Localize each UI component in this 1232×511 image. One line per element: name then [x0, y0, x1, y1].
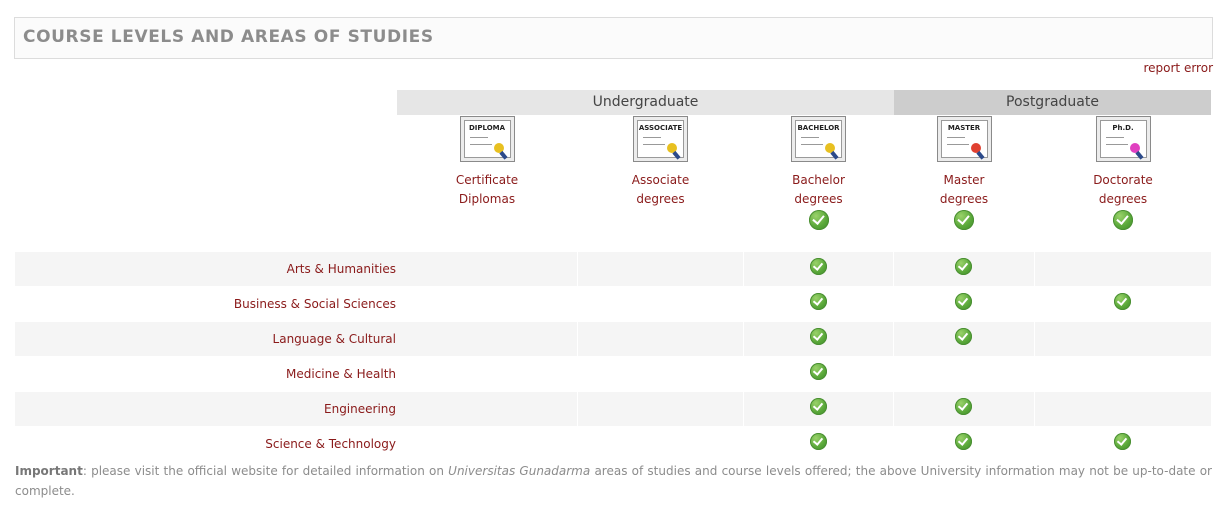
table-cell	[744, 357, 893, 391]
table-cell	[744, 252, 893, 286]
report-error-link[interactable]: report error	[1143, 61, 1213, 75]
group-postgraduate: Postgraduate	[894, 90, 1211, 115]
certificate-icon: ASSOCIATE	[633, 116, 688, 162]
level-master-degrees: MASTER Master degrees	[894, 115, 1034, 233]
table-cell	[397, 392, 577, 426]
certificate-icon: Ph.D.	[1095, 116, 1151, 162]
certificate-icon: BACHELOR	[791, 116, 846, 162]
check-icon	[810, 328, 827, 345]
table-cell	[894, 427, 1034, 461]
level-link-doctorate[interactable]: Doctorate degrees	[1035, 171, 1211, 209]
table-cell	[894, 357, 1034, 391]
level-link-master[interactable]: Master degrees	[894, 171, 1034, 209]
group-undergraduate: Undergraduate	[397, 90, 894, 115]
table-cell	[578, 252, 743, 286]
check-icon	[808, 210, 829, 230]
level-bachelor-degrees: BACHELOR Bachelor degrees	[744, 115, 893, 233]
table-cell	[894, 392, 1034, 426]
level-link-associate[interactable]: Associate degrees	[578, 171, 743, 209]
area-link[interactable]: Engineering	[15, 392, 397, 426]
level-link-certificate[interactable]: Certificate Diplomas	[397, 171, 577, 209]
check-icon	[1114, 293, 1131, 310]
area-link[interactable]: Arts & Humanities	[15, 252, 397, 286]
section-title: COURSE LEVELS AND AREAS OF STUDIES	[23, 27, 434, 47]
table-cell	[578, 357, 743, 391]
area-link[interactable]: Science & Technology	[15, 427, 397, 461]
check-icon	[1114, 433, 1131, 450]
table-row: Science & Technology	[15, 427, 1211, 461]
check-icon	[955, 258, 972, 275]
table-row: Arts & Humanities	[15, 252, 1211, 286]
table-cell	[1035, 252, 1211, 286]
table-cell	[578, 392, 743, 426]
check-icon	[810, 363, 827, 380]
check-icon	[955, 328, 972, 345]
table-cell	[397, 252, 577, 286]
level-doctorate-degrees: Ph.D. Doctorate degrees	[1035, 115, 1211, 233]
check-icon	[810, 433, 827, 450]
table-cell	[744, 287, 893, 321]
certificate-icon: DIPLOMA	[459, 116, 515, 162]
table-cell	[397, 357, 577, 391]
table-row: Medicine & Health	[15, 357, 1211, 391]
table-cell	[578, 322, 743, 356]
check-icon	[1113, 210, 1133, 230]
level-certificate-diplomas: DIPLOMA Certificate Diplomas	[397, 115, 577, 209]
certificate-icon: MASTER	[936, 116, 992, 162]
check-icon	[810, 293, 827, 310]
check-icon	[955, 433, 972, 450]
table-cell	[397, 287, 577, 321]
table-cell	[1035, 322, 1211, 356]
table-row: Engineering	[15, 392, 1211, 426]
table-cell	[397, 427, 577, 461]
table-cell	[578, 287, 743, 321]
table-cell	[894, 252, 1034, 286]
table-cell	[1035, 427, 1211, 461]
important-note: Important: please visit the official web…	[15, 464, 1212, 498]
table-cell	[744, 322, 893, 356]
table-cell	[744, 392, 893, 426]
table-cell	[894, 322, 1034, 356]
table-cell	[1035, 392, 1211, 426]
area-link[interactable]: Business & Social Sciences	[15, 287, 397, 321]
area-link[interactable]: Medicine & Health	[15, 357, 397, 391]
table-cell	[578, 427, 743, 461]
table-row: Language & Cultural	[15, 322, 1211, 356]
level-associate-degrees: ASSOCIATE Associate degrees	[578, 115, 743, 209]
check-icon	[955, 398, 972, 415]
area-link[interactable]: Language & Cultural	[15, 322, 397, 356]
check-icon	[810, 398, 827, 415]
table-cell	[1035, 357, 1211, 391]
level-link-bachelor[interactable]: Bachelor degrees	[744, 171, 893, 209]
check-icon	[810, 258, 827, 275]
section-header: COURSE LEVELS AND AREAS OF STUDIES	[14, 17, 1213, 59]
check-icon	[954, 210, 974, 230]
table-cell	[397, 322, 577, 356]
table-cell	[744, 427, 893, 461]
table-row: Business & Social Sciences	[15, 287, 1211, 321]
table-cell	[894, 287, 1034, 321]
check-icon	[955, 293, 972, 310]
table-cell	[1035, 287, 1211, 321]
